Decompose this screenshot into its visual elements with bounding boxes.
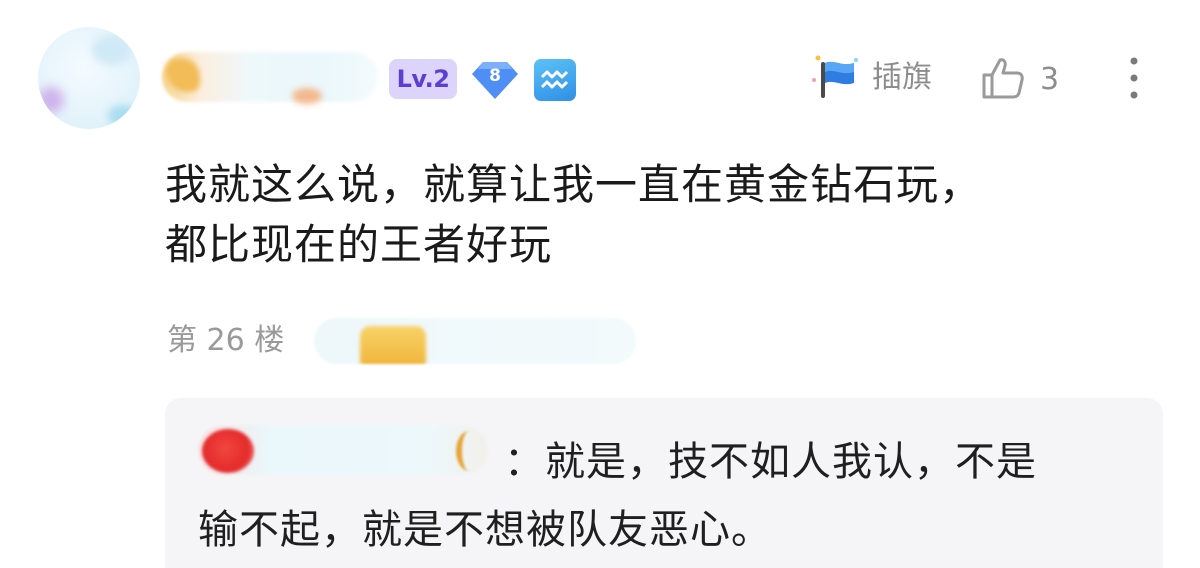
reply-separator: ： xyxy=(504,439,545,485)
post-line-2: 都比现在的王者好玩 xyxy=(165,220,553,269)
reply-line-1: 就是，技不如人我认，不是 xyxy=(545,439,1037,485)
like-count: 3 xyxy=(1040,62,1060,97)
floor-number: 第 26 楼 xyxy=(167,323,285,358)
flag-label[interactable]: 插旗 xyxy=(872,56,932,100)
gem-level-number: 8 xyxy=(489,66,501,86)
reply-line-2: 输不起，就是不想被队友恶心。 xyxy=(198,507,772,553)
flag-button[interactable] xyxy=(808,50,864,106)
thumbs-up-icon[interactable] xyxy=(978,55,1026,103)
more-vertical-icon[interactable] xyxy=(1122,54,1146,102)
username-obscured[interactable] xyxy=(162,52,378,104)
floor-extra-obscured xyxy=(314,318,636,364)
post-line-1: 我就这么说，就算让我一直在黄金钻石玩， xyxy=(165,160,983,209)
comment-post: Lv.2 8 插旗 3 我就这么说，就算让我一直在黄金钻石玩， 都比现在的王者好… xyxy=(0,0,1200,568)
level-badge: Lv.2 xyxy=(389,59,457,99)
aquarius-icon xyxy=(534,59,576,101)
post-content: 我就这么说，就算让我一直在黄金钻石玩， 都比现在的王者好玩 xyxy=(165,155,1165,275)
avatar[interactable] xyxy=(38,27,140,129)
flag-icon xyxy=(812,55,858,98)
reply-text: ：就是，技不如人我认，不是 输不起，就是不想被队友恶心。 xyxy=(198,428,1138,564)
